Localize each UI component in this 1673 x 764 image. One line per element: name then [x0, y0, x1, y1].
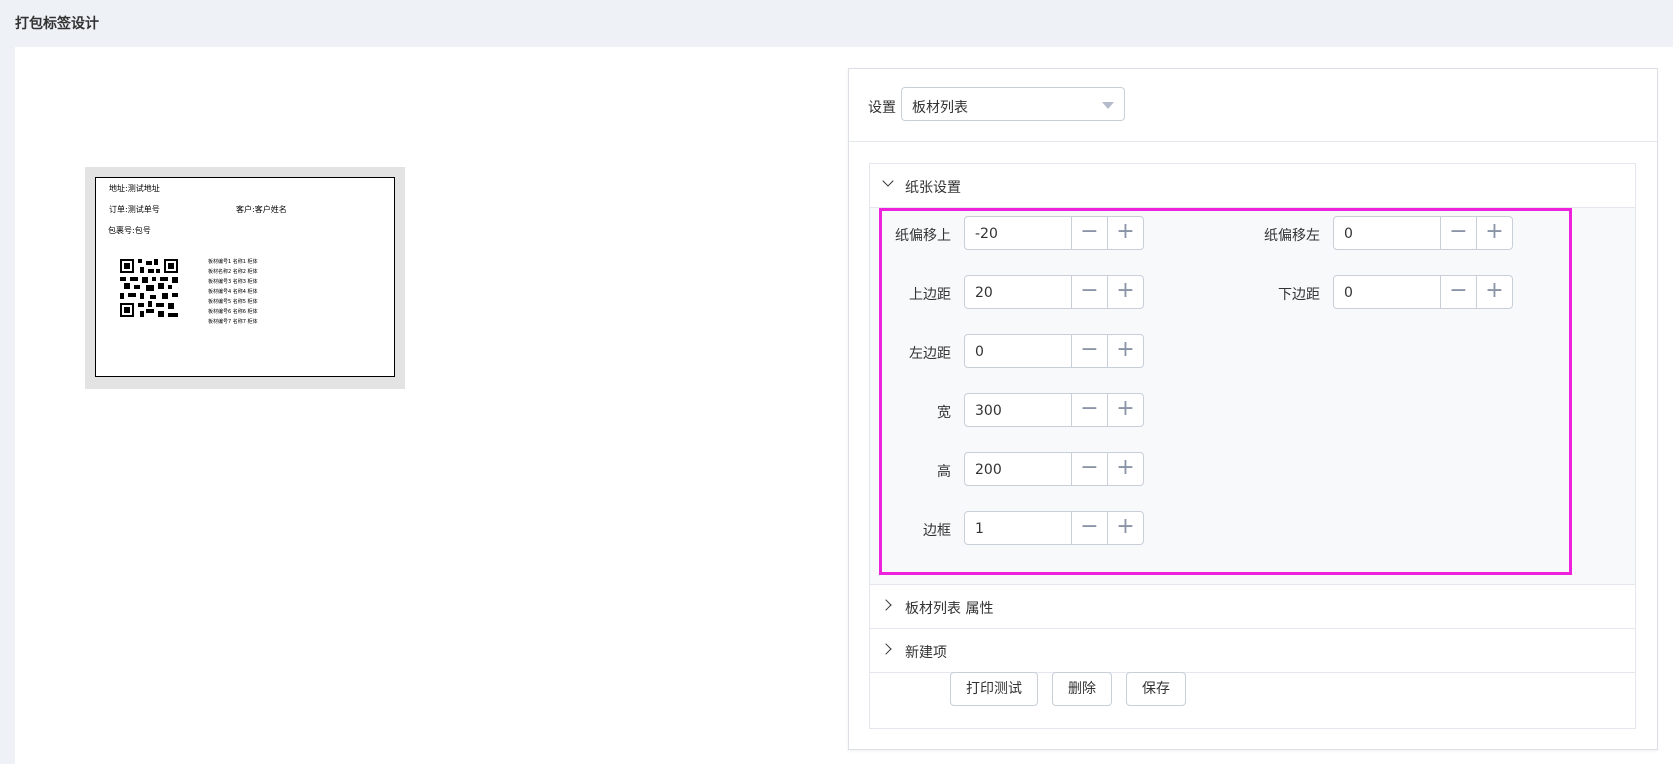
template-select-value: 板材列表	[912, 100, 968, 116]
plus-icon[interactable]: +	[1107, 276, 1143, 308]
minus-icon[interactable]: −	[1071, 335, 1107, 367]
margin-bottom-input[interactable]: 0 − +	[1333, 275, 1513, 309]
label-preview: 地址:测试地址 订单:测试单号 客户:客户姓名 包裹号:包号 板材编号1 名称1…	[95, 177, 395, 377]
width-input[interactable]: 300 − +	[964, 393, 1144, 427]
field-label: 高	[937, 464, 951, 480]
settings-label: 设置	[868, 100, 896, 116]
plus-icon[interactable]: +	[1107, 394, 1143, 426]
list-item: 板材编号7 名称7 柜体	[208, 319, 258, 325]
collapse-header-new-item[interactable]: 新建项	[870, 629, 1635, 673]
minus-icon[interactable]: −	[1071, 453, 1107, 485]
field-label: 上边距	[909, 287, 951, 303]
page-title: 打包标签设计	[15, 16, 99, 32]
margin-left-input[interactable]: 0 − +	[964, 334, 1144, 368]
minus-icon[interactable]: −	[1071, 512, 1107, 544]
collapse-header-paper[interactable]: 纸张设置	[870, 164, 1635, 208]
collapse-header-attributes[interactable]: 板材列表 属性	[870, 585, 1635, 629]
plus-icon[interactable]: +	[1107, 453, 1143, 485]
plus-icon[interactable]: +	[1476, 217, 1512, 249]
margin-top-input[interactable]: 20 − +	[964, 275, 1144, 309]
print-test-button[interactable]: 打印测试	[950, 672, 1038, 706]
height-input[interactable]: 200 − +	[964, 452, 1144, 486]
settings-collapse: 纸张设置 纸偏移上 -20 − + 纸偏移左 0 − + 上边距 20 − + …	[869, 163, 1636, 729]
list-item: 板材编号3 名称3 柜体	[208, 279, 258, 285]
list-item: 板材编号6 名称6 柜体	[208, 309, 258, 315]
save-button[interactable]: 保存	[1126, 672, 1186, 706]
preview-item-list: 板材编号1 名称1 柜体 板材名称2 名称2 柜体 板材编号3 名称3 柜体 板…	[208, 257, 258, 327]
chevron-right-icon	[880, 599, 892, 611]
divider	[849, 141, 1657, 142]
plus-icon[interactable]: +	[1107, 217, 1143, 249]
list-item: 板材名称2 名称2 柜体	[208, 269, 258, 275]
field-label: 宽	[937, 405, 951, 421]
delete-button[interactable]: 删除	[1052, 672, 1112, 706]
field-label: 左边距	[909, 346, 951, 362]
qr-code-icon	[120, 259, 178, 317]
minus-icon[interactable]: −	[1440, 217, 1476, 249]
minus-icon[interactable]: −	[1071, 276, 1107, 308]
list-item: 板材编号4 名称4 柜体	[208, 289, 258, 295]
plus-icon[interactable]: +	[1107, 335, 1143, 367]
chevron-right-icon	[880, 643, 892, 655]
collapse-title: 新建项	[905, 645, 947, 661]
settings-panel: 设置 板材列表 纸张设置 纸偏移上 -20 − + 纸偏移左 0 − + 上边距	[848, 68, 1658, 750]
preview-order: 订单:测试单号	[109, 205, 160, 214]
chevron-down-icon	[1102, 102, 1114, 109]
preview-address: 地址:测试地址	[109, 184, 160, 193]
preview-customer: 客户:客户姓名	[236, 205, 287, 214]
plus-icon[interactable]: +	[1476, 276, 1512, 308]
field-label: 纸偏移上	[895, 228, 951, 244]
border-input[interactable]: 1 − +	[964, 511, 1144, 545]
field-label: 纸偏移左	[1264, 228, 1320, 244]
list-item: 板材编号5 名称5 柜体	[208, 299, 258, 305]
field-label: 边框	[923, 523, 951, 539]
offset-left-input[interactable]: 0 − +	[1333, 216, 1513, 250]
list-item: 板材编号1 名称1 柜体	[208, 259, 258, 265]
plus-icon[interactable]: +	[1107, 512, 1143, 544]
minus-icon[interactable]: −	[1071, 394, 1107, 426]
collapse-title: 纸张设置	[905, 180, 961, 196]
field-label: 下边距	[1278, 287, 1320, 303]
template-select[interactable]: 板材列表	[901, 87, 1125, 121]
collapse-title: 板材列表 属性	[905, 601, 994, 617]
preview-package: 包裹号:包号	[108, 226, 151, 235]
paper-settings-body: 纸偏移上 -20 − + 纸偏移左 0 − + 上边距 20 − + 下边距 0…	[870, 208, 1635, 585]
offset-top-input[interactable]: -20 − +	[964, 216, 1144, 250]
chevron-down-icon	[882, 175, 894, 187]
minus-icon[interactable]: −	[1440, 276, 1476, 308]
minus-icon[interactable]: −	[1071, 217, 1107, 249]
